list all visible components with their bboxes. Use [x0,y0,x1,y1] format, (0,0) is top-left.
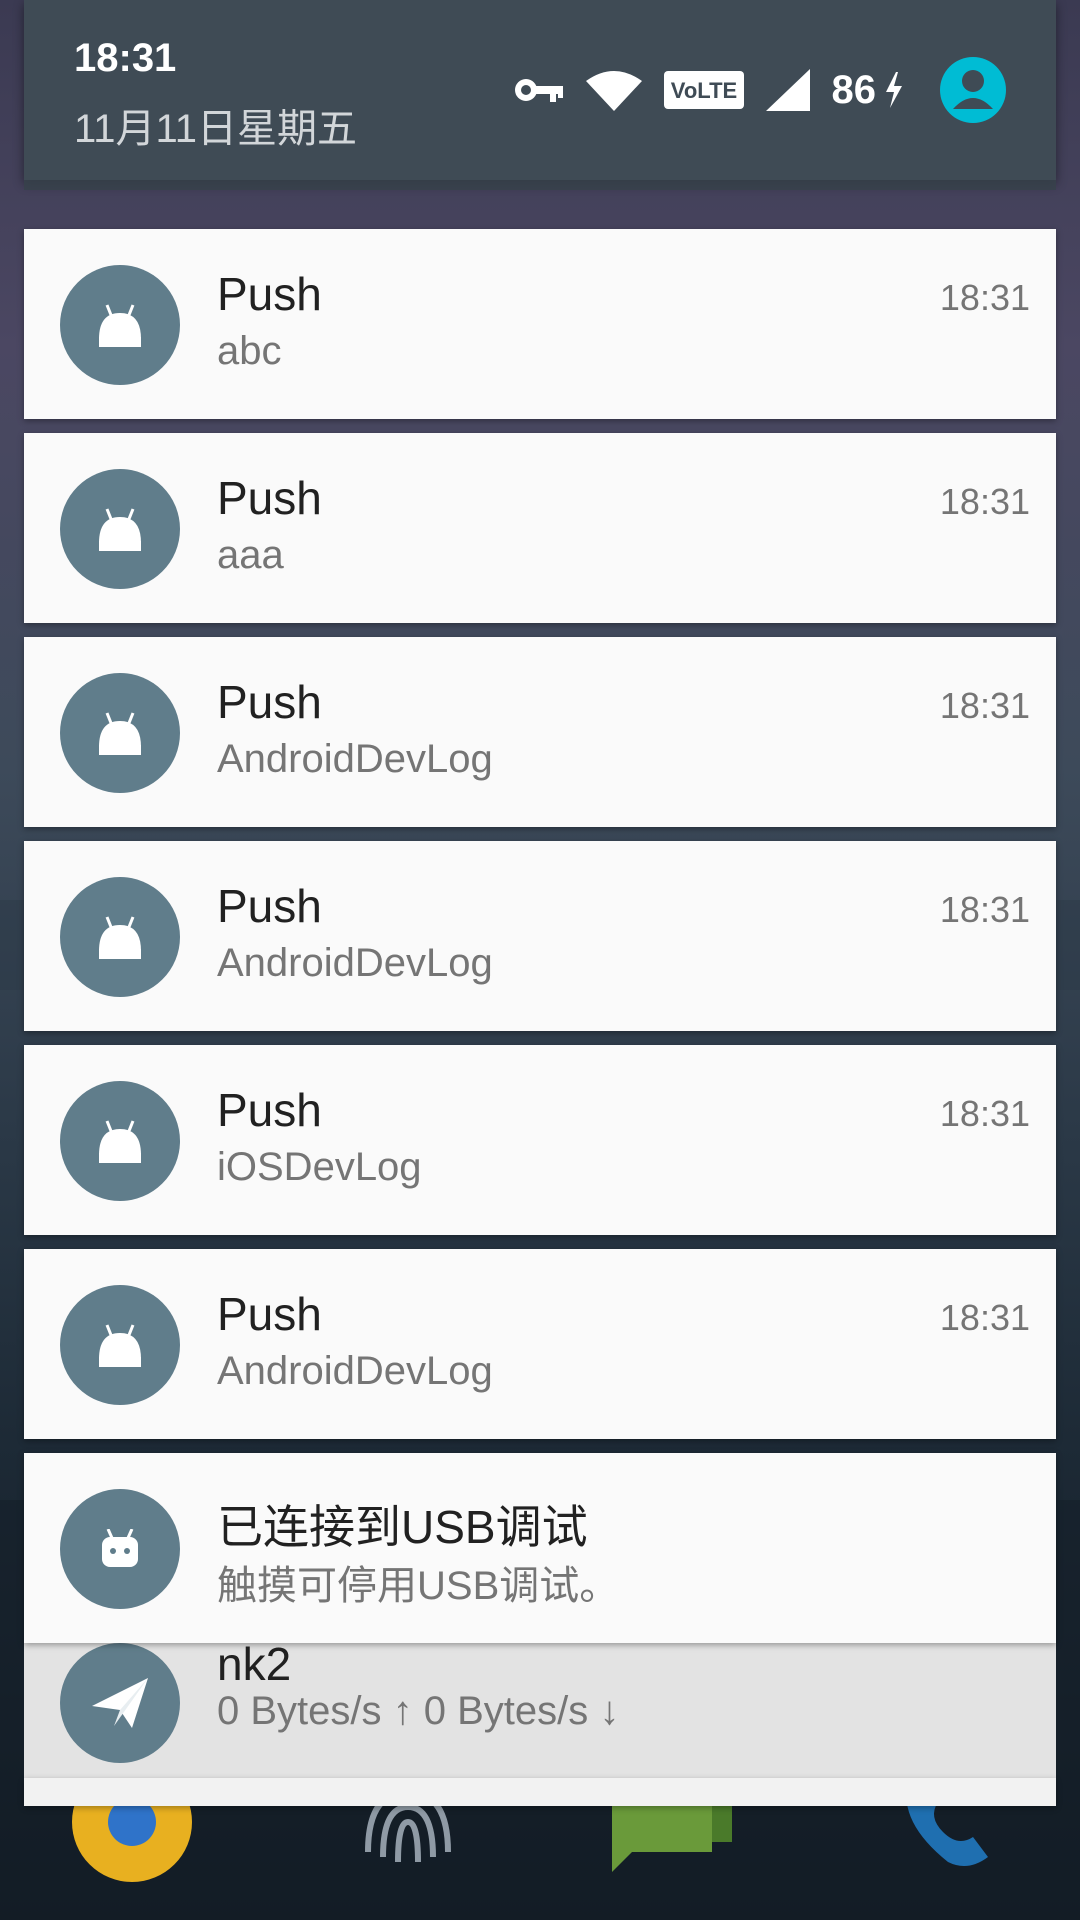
charging-icon [884,72,904,108]
notification-text: 0 Bytes/s ↑ 0 Bytes/s ↓ [217,1689,620,1733]
android-icon [60,265,180,385]
notification-text: 触摸可停用USB调试。 [217,1564,620,1608]
user-account-icon[interactable] [940,57,1006,123]
notification-time: 18:31 [939,889,1030,930]
notification-time: 18:31 [939,685,1030,726]
notification-title: Push [217,1084,322,1136]
notification-text: AndroidDevLog [217,1349,493,1393]
notification-title: Push [217,268,322,320]
quick-settings-shadow [24,180,1056,190]
send-icon [60,1643,180,1763]
notification-card[interactable]: Push iOSDevLog 18:31 [24,1045,1056,1235]
android-icon [60,877,180,997]
clock-time: 18:31 [74,36,177,80]
notification-title: Push [217,880,322,932]
notification-text: aaa [217,533,284,577]
status-icons-row: VoLTE 86 [514,52,1006,128]
android-icon [60,469,180,589]
android-icon [60,1081,180,1201]
android-icon [60,673,180,793]
network-speed-notification[interactable]: nk2 0 Bytes/s ↑ 0 Bytes/s ↓ [24,1638,1056,1778]
notification-text: iOSDevLog [217,1145,422,1189]
notification-time: 18:31 [939,277,1030,318]
notification-title: nk2 [217,1638,292,1690]
notification-time: 18:31 [939,1297,1030,1338]
quick-settings-header: 18:31 11月11日星期五 VoLTE 86 [24,0,1056,180]
battery-level: 86 [831,67,877,112]
notification-shade-footer [24,1778,1056,1806]
notification-title: Push [217,1288,322,1340]
notification-title: Push [217,676,322,728]
signal-icon [765,69,810,111]
date-label: 11月11日星期五 [74,107,358,151]
notification-text: AndroidDevLog [217,941,493,985]
notification-text: abc [217,329,282,373]
notification-card[interactable]: Push abc 18:31 [24,229,1056,419]
notification-card[interactable]: Push aaa 18:31 [24,433,1056,623]
notification-text: AndroidDevLog [217,737,493,781]
wifi-icon [585,69,642,111]
notification-title: 已连接到USB调试 [217,1501,588,1553]
notification-card[interactable]: Push AndroidDevLog 18:31 [24,1249,1056,1439]
android-icon [60,1285,180,1405]
vpn-key-icon [514,73,564,107]
notification-card[interactable]: Push AndroidDevLog 18:31 [24,637,1056,827]
usb-debugging-notification[interactable]: 已连接到USB调试 触摸可停用USB调试。 [24,1453,1056,1643]
volte-icon: VoLTE [663,71,744,109]
notification-title: Push [217,472,322,524]
notification-card[interactable]: Push AndroidDevLog 18:31 [24,841,1056,1031]
volte-badge-text: VoLTE [670,78,736,103]
notification-time: 18:31 [939,481,1030,522]
android-debug-icon [60,1489,180,1609]
notification-time: 18:31 [939,1093,1030,1134]
